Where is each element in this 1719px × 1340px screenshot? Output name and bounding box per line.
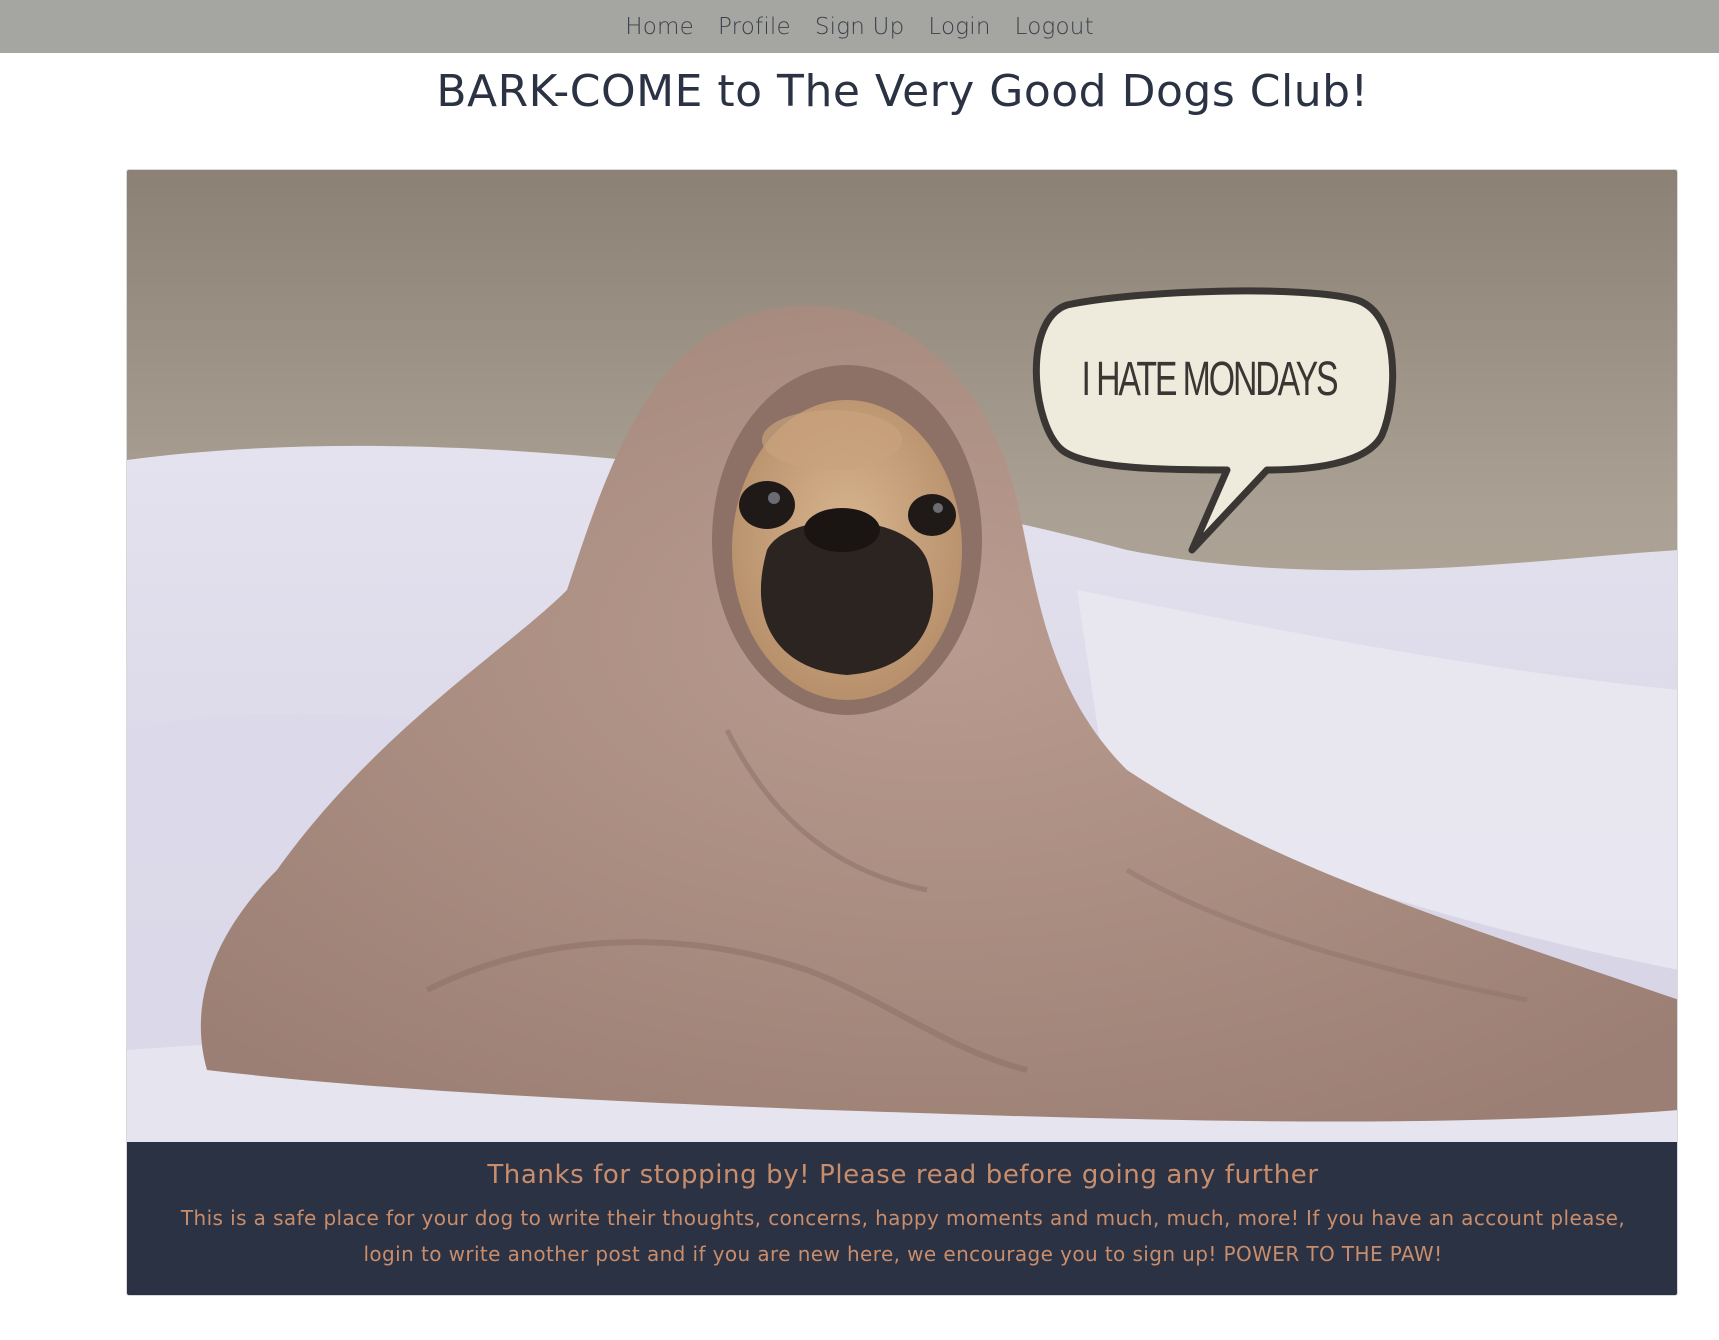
speech-bubble-text: I HATE MONDAYS bbox=[1082, 353, 1338, 406]
welcome-card: I HATE MONDAYS Thanks for stopping by! P… bbox=[126, 169, 1678, 1296]
nav-home-link[interactable]: Home bbox=[613, 4, 706, 50]
pug-in-blanket-photo: I HATE MONDAYS bbox=[127, 170, 1677, 1142]
caption-body: This is a safe place for your dog to wri… bbox=[180, 1206, 1626, 1266]
caption-bar: Thanks for stopping by! Please read befo… bbox=[127, 1142, 1677, 1295]
nav-login-link[interactable]: Login bbox=[916, 4, 1002, 50]
top-navbar: Home Profile Sign Up Login Logout bbox=[0, 0, 1719, 53]
nav-logout-link[interactable]: Logout bbox=[1003, 4, 1106, 50]
caption-title: Thanks for stopping by! Please read befo… bbox=[487, 1160, 1319, 1190]
hero-image: I HATE MONDAYS bbox=[127, 170, 1677, 1142]
nav-signup-link[interactable]: Sign Up bbox=[803, 4, 917, 50]
page-title: BARK-COME to The Very Good Dogs Club! bbox=[436, 66, 1369, 117]
nav-profile-link[interactable]: Profile bbox=[706, 4, 803, 50]
